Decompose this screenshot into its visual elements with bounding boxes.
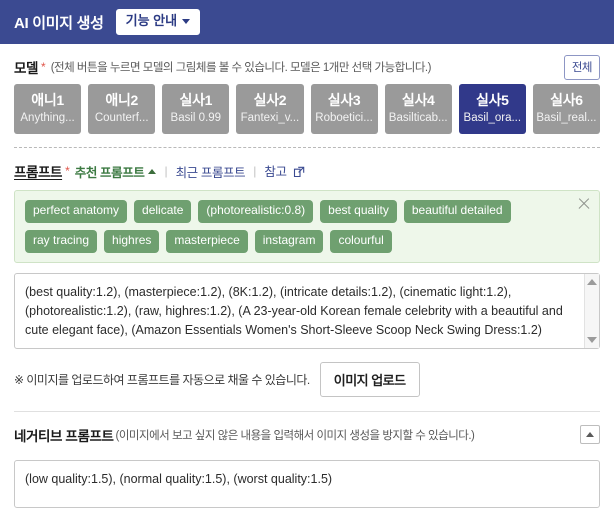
model-card-0[interactable]: 애니1 Anything... <box>14 84 82 134</box>
prompt-input[interactable]: (best quality:1.2), (masterpiece:1.2), (… <box>15 274 599 348</box>
prompt-scrollbar[interactable] <box>584 273 599 348</box>
model-card-subtitle: Roboetici... <box>315 111 373 124</box>
chevron-down-icon <box>182 18 191 24</box>
negative-prompt-header: 네거티브 프롬프트 (이미지에서 보고 싶지 않은 내용을 입력해서 이미지 생… <box>14 420 600 450</box>
chevron-up-icon <box>586 432 594 438</box>
suggested-prompt-link[interactable]: 추천 프롬프트 <box>75 162 157 181</box>
model-card-5[interactable]: 실사4 Basilticab... <box>384 84 452 134</box>
model-card-3[interactable]: 실사2 Fantexi_v... <box>236 84 304 134</box>
suggested-tag[interactable]: best quality <box>320 200 397 223</box>
suggested-tag-list: perfect anatomy delicate (photorealistic… <box>25 200 569 253</box>
model-card-1[interactable]: 애니2 Counterf... <box>88 84 156 134</box>
model-card-subtitle: Basilticab... <box>388 111 448 124</box>
scroll-up-icon[interactable] <box>587 278 597 285</box>
model-section-header: 모델 * (전체 버튼을 누르면 모델의 그림체를 볼 수 있습니다. 모델은 … <box>14 52 600 82</box>
link-separator: | <box>164 164 168 178</box>
page-title: AI 이미지 생성 <box>14 14 104 32</box>
link-separator: | <box>253 164 257 178</box>
suggested-tag[interactable]: (photorealistic:0.8) <box>198 200 314 223</box>
negative-prompt-section: 네거티브 프롬프트 (이미지에서 보고 싶지 않은 내용을 입력해서 이미지 생… <box>0 420 614 508</box>
model-section: 모델 * (전체 버튼을 누르면 모델의 그림체를 볼 수 있습니다. 모델은 … <box>0 52 614 134</box>
section-divider-dashed <box>14 147 600 148</box>
suggested-tag[interactable]: instagram <box>254 229 324 253</box>
image-upload-note: ※ 이미지를 업로드하여 프롬프트를 자동으로 채울 수 있습니다. <box>14 372 310 387</box>
suggested-tag[interactable]: delicate <box>134 200 192 223</box>
negative-prompt-textarea-wrapper[interactable]: (low quality:1.5), (normal quality:1.5),… <box>14 459 600 508</box>
model-card-title: 실사1 <box>179 92 213 109</box>
prompt-textarea-wrapper[interactable]: (best quality:1.2), (masterpiece:1.2), (… <box>14 272 600 349</box>
suggested-tag[interactable]: masterpiece <box>166 229 248 253</box>
negative-prompt-input[interactable]: (low quality:1.5), (normal quality:1.5),… <box>15 461 599 507</box>
prompt-section: 프롬프트 * 추천 프롬프트 | 최근 프롬프트 | 참고 perfect an… <box>0 156 614 397</box>
suggested-prompt-panel: perfect anatomy delicate (photorealistic… <box>14 190 600 263</box>
reference-link[interactable]: 참고 <box>264 161 304 181</box>
collapse-toggle-button[interactable] <box>580 425 600 445</box>
model-card-title: 실사6 <box>550 92 583 109</box>
model-card-title: 실사5 <box>475 92 509 109</box>
prompt-section-header: 프롬프트 * 추천 프롬프트 | 최근 프롬프트 | 참고 <box>14 156 600 186</box>
suggested-tag[interactable]: colourful <box>330 229 392 253</box>
model-card-list: 애니1 Anything... 애니2 Counterf... 실사1 Basi… <box>14 84 600 134</box>
recent-prompt-link[interactable]: 최근 프롬프트 <box>176 162 246 181</box>
suggested-tag[interactable]: highres <box>104 229 160 253</box>
close-icon[interactable] <box>577 197 591 211</box>
show-all-models-button[interactable]: 전체 <box>563 54 600 80</box>
guide-dropdown-label: 기능 안내 <box>125 13 178 29</box>
guide-dropdown-button[interactable]: 기능 안내 <box>115 9 201 35</box>
model-card-6[interactable]: 실사5 Basil_ora... <box>458 84 526 134</box>
model-required-mark: * <box>41 60 46 74</box>
model-label: 모델 <box>14 61 39 76</box>
chevron-up-icon <box>148 168 157 174</box>
image-upload-button[interactable]: 이미지 업로드 <box>319 361 420 397</box>
model-card-4[interactable]: 실사3 Roboetici... <box>310 84 378 134</box>
model-card-title: 실사4 <box>401 92 435 109</box>
model-card-subtitle: Basil_ora... <box>463 111 522 124</box>
suggested-tag[interactable]: perfect anatomy <box>25 200 128 223</box>
model-card-title: 애니2 <box>105 92 139 109</box>
suggested-tag[interactable]: ray tracing <box>25 229 98 253</box>
scroll-down-icon[interactable] <box>587 336 597 343</box>
model-card-subtitle: Anything... <box>20 111 75 124</box>
model-card-subtitle: Fantexi_v... <box>240 111 300 124</box>
model-card-subtitle: Counterf... <box>94 111 149 124</box>
image-upload-row: ※ 이미지를 업로드하여 프롬프트를 자동으로 채울 수 있습니다. 이미지 업… <box>14 361 600 397</box>
model-card-subtitle: Basil_real... <box>536 111 597 124</box>
model-card-title: 실사3 <box>327 92 361 109</box>
prompt-required-mark: * <box>65 164 70 178</box>
section-divider-solid <box>14 410 600 412</box>
suggested-tag[interactable]: beautiful detailed <box>403 200 511 223</box>
negative-prompt-hint: (이미지에서 보고 싶지 않은 내용을 입력해서 이미지 생성을 방지할 수 있… <box>115 429 475 442</box>
model-card-2[interactable]: 실사1 Basil 0.99 <box>162 84 230 134</box>
reference-link-label: 참고 <box>264 165 287 179</box>
model-card-7[interactable]: 실사6 Basil_real... <box>532 84 600 134</box>
model-card-title: 애니1 <box>31 92 64 109</box>
negative-prompt-label: 네거티브 프롬프트 <box>14 428 114 444</box>
suggested-prompt-label: 추천 프롬프트 <box>74 165 145 180</box>
app-header: AI 이미지 생성 기능 안내 <box>0 0 614 44</box>
model-hint: (전체 버튼을 누르면 모델의 그림체를 볼 수 있습니다. 모델은 1개만 선… <box>50 62 432 74</box>
model-card-subtitle: Basil 0.99 <box>170 111 222 124</box>
prompt-label: 프롬프트 <box>14 165 63 180</box>
external-link-icon <box>293 166 305 181</box>
model-card-title: 실사2 <box>253 92 287 109</box>
